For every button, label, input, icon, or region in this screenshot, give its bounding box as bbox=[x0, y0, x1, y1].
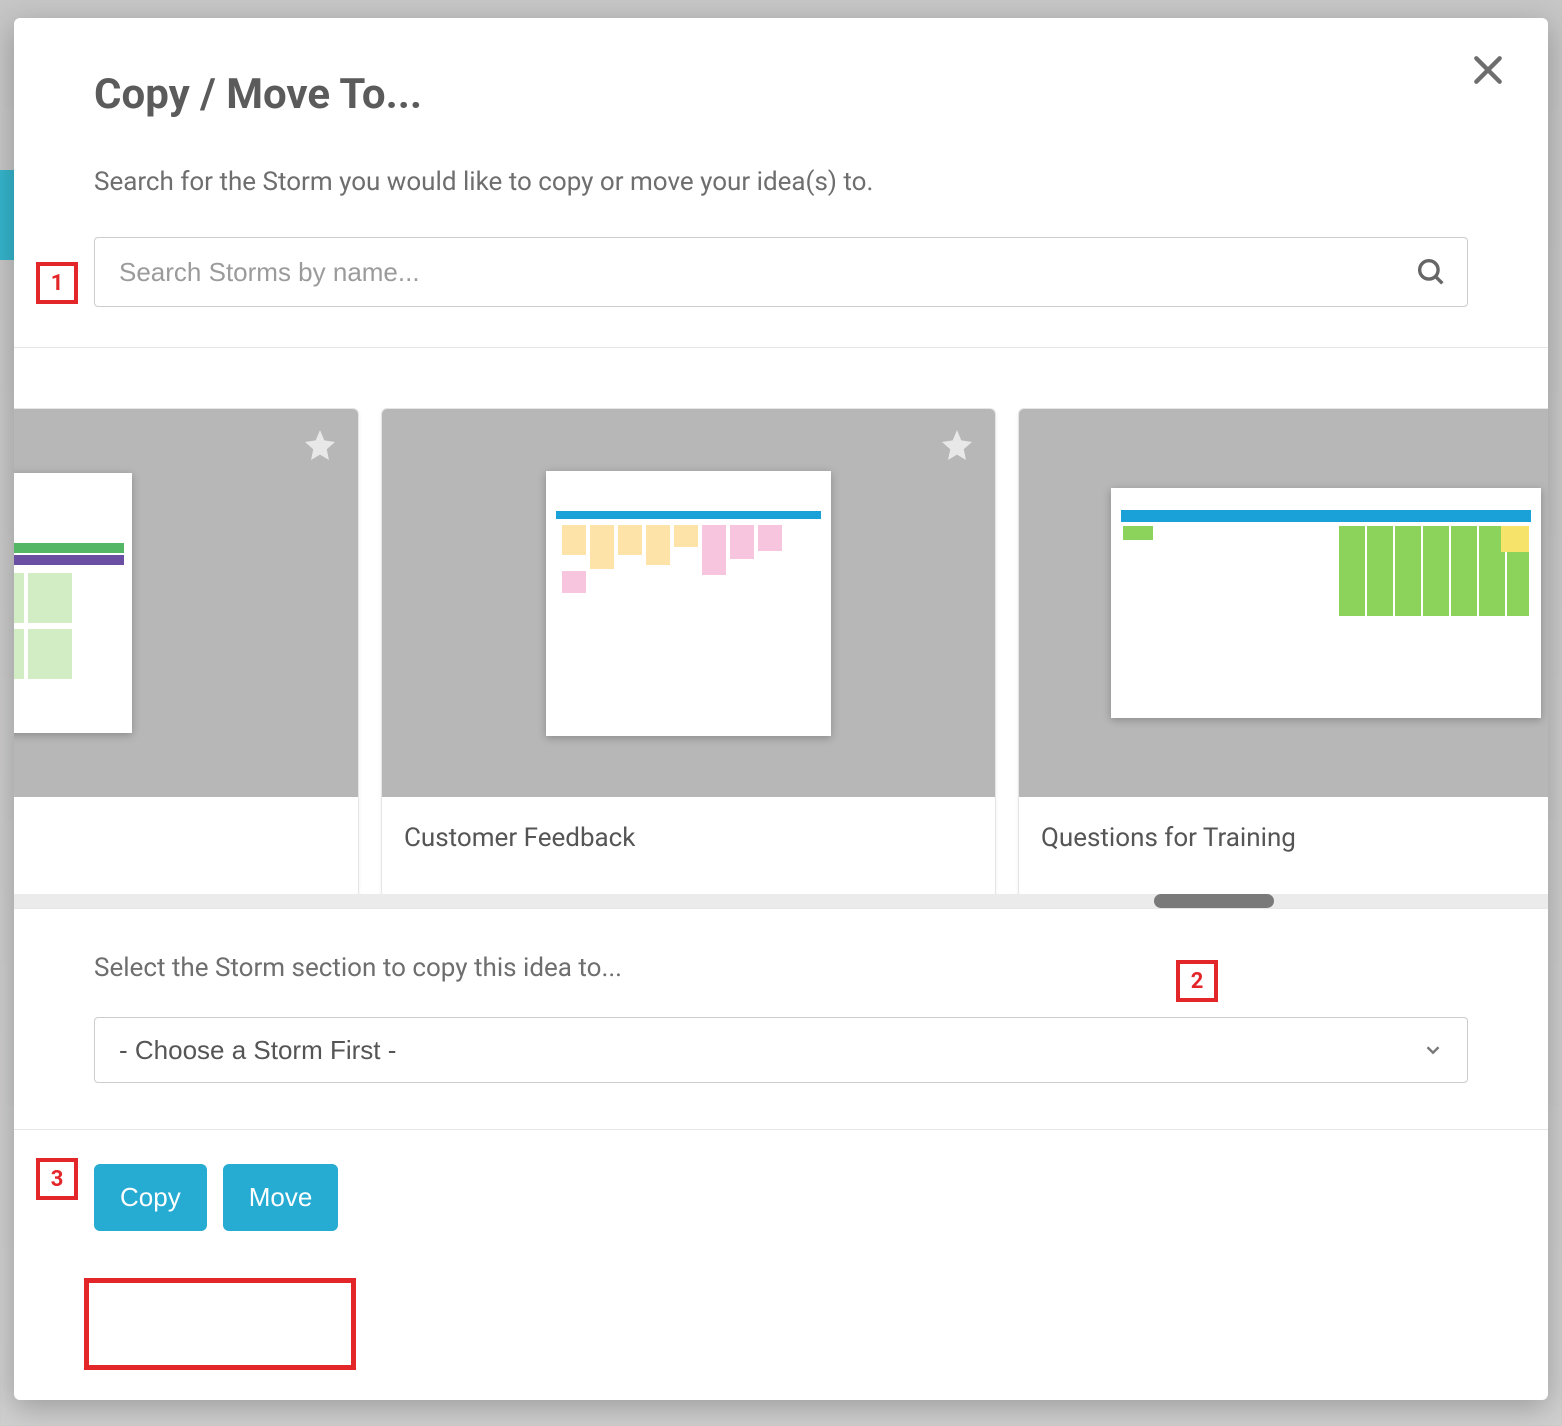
annotation-1: 1 bbox=[36, 262, 78, 304]
storm-title bbox=[14, 797, 358, 897]
search-input[interactable] bbox=[94, 237, 1468, 307]
carousel-scroll-thumb[interactable] bbox=[1154, 894, 1274, 908]
search-field-wrap bbox=[94, 237, 1468, 307]
storm-title: Customer Feedback bbox=[382, 797, 995, 897]
storm-thumb bbox=[1019, 409, 1548, 797]
dialog-title: Copy / Move To... bbox=[94, 70, 1468, 119]
dialog-footer: Copy Move bbox=[14, 1129, 1548, 1277]
storm-card[interactable] bbox=[14, 408, 359, 898]
dialog-header: Copy / Move To... Search for the Storm y… bbox=[14, 18, 1548, 307]
section-select-wrap: - Choose a Storm First - bbox=[94, 1017, 1468, 1083]
search-icon bbox=[1414, 255, 1448, 289]
section-prompt: Select the Storm section to copy this id… bbox=[94, 953, 1468, 983]
carousel-scrollbar[interactable] bbox=[14, 894, 1548, 908]
section-select[interactable]: - Choose a Storm First - bbox=[94, 1017, 1468, 1083]
storm-card[interactable]: Questions for Training bbox=[1018, 408, 1548, 898]
storm-thumb bbox=[382, 409, 995, 797]
star-icon[interactable] bbox=[302, 427, 338, 463]
storm-carousel[interactable]: Customer Feedback Questions for Training bbox=[14, 348, 1548, 908]
close-button[interactable] bbox=[1468, 50, 1508, 90]
star-icon[interactable] bbox=[939, 427, 975, 463]
storm-card[interactable]: Customer Feedback bbox=[381, 408, 996, 898]
annotation-2: 2 bbox=[1176, 960, 1218, 1002]
storm-title: Questions for Training bbox=[1019, 797, 1548, 897]
annotation-3: 3 bbox=[36, 1158, 78, 1200]
section-select-area: Select the Storm section to copy this id… bbox=[14, 908, 1548, 1083]
dialog-subtitle: Search for the Storm you would like to c… bbox=[94, 167, 1468, 197]
copy-button[interactable]: Copy bbox=[94, 1164, 207, 1231]
copy-move-dialog: Copy / Move To... Search for the Storm y… bbox=[14, 18, 1548, 1400]
storm-thumb bbox=[14, 409, 358, 797]
move-button[interactable]: Move bbox=[223, 1164, 339, 1231]
close-icon bbox=[1468, 50, 1508, 90]
carousel-track: Customer Feedback Questions for Training bbox=[14, 408, 1548, 898]
